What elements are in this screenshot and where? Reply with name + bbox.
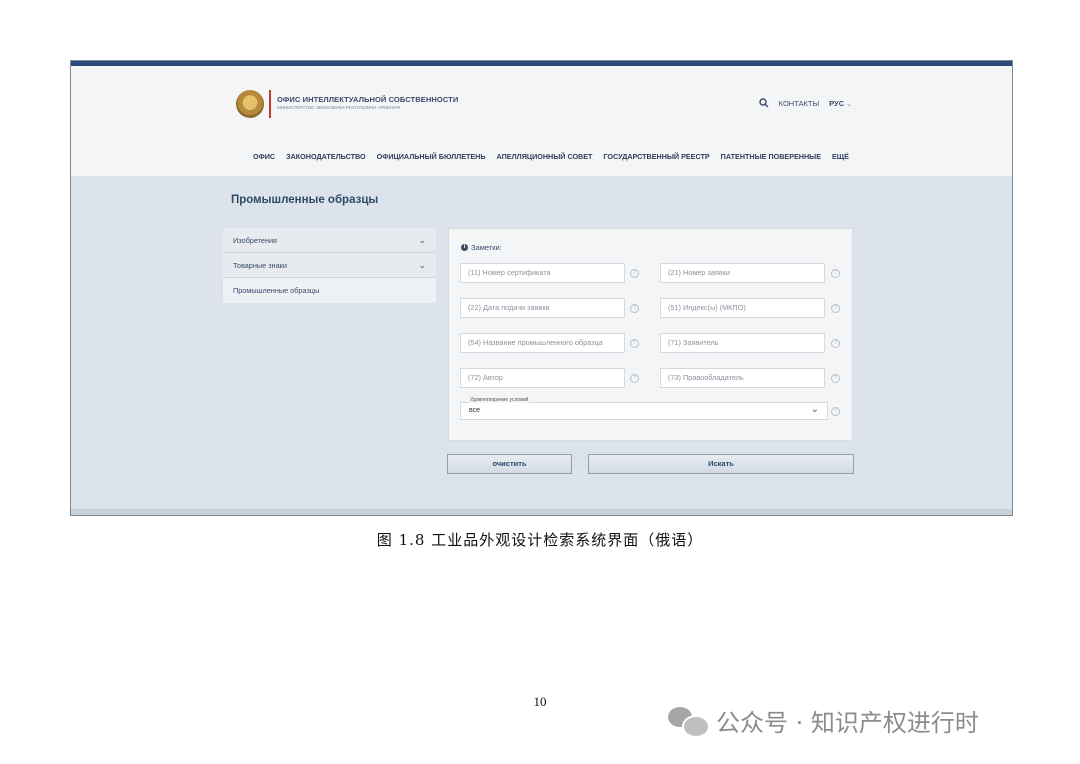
help-icon[interactable]: ? [831,339,840,348]
help-icon[interactable]: ? [831,407,840,416]
figure-caption: 图 1.8 工业品外观设计检索系统界面（俄语） [376,531,704,549]
contacts-link[interactable]: КОНТАКТЫ [779,99,819,108]
clear-button[interactable]: очистить [447,454,572,474]
search-button[interactable]: Искать [588,454,854,474]
select-value: все [469,407,481,414]
owner-field[interactable]: (73) Правообладатель [660,368,825,388]
sidebar-item-label: Промышленные образцы [233,286,320,295]
language-selector[interactable]: РУС ⌄ [829,99,852,108]
info-icon: i [461,244,468,251]
coat-of-arms-icon [236,90,264,118]
help-icon[interactable]: ? [831,304,840,313]
sidebar-item-label: Изобретения [233,235,277,245]
certificate-number-field[interactable]: (11) Номер сертификата [460,263,625,283]
help-icon[interactable]: ? [630,374,639,383]
sidebar-item-trademarks[interactable]: Товарные знаки ⌄ [223,253,436,278]
watermark-text: 公众号 · 知识产权进行时 [716,709,979,737]
footer-strip [71,509,1012,515]
website-screenshot: ОФИС ИНТЕЛЛЕКТУАЛЬНОЙ СОБСТВЕННОСТИ МИНИ… [70,60,1013,516]
nav-item-state-register[interactable]: ГОСУДАРСТВЕННЫЙ РЕЕСТР [603,152,709,161]
main-navigation: ОФИС ЗАКОНОДАТЕЛЬСТВО ОФИЦИАЛЬНЫЙ БЮЛЛЕТ… [253,152,849,161]
sidebar: Изобретения ⌄ Товарные знаки ⌄ Промышлен… [223,228,436,303]
author-field[interactable]: (72) Автор [460,368,625,388]
logo-divider [269,90,271,118]
wechat-icon [668,705,710,738]
search-form: i Заметки: (11) Номер сертификата ? (21)… [448,228,853,441]
chevron-down-icon: ⌄ [418,259,426,270]
filing-date-field[interactable]: (22) Дата подачи заявки [460,298,625,318]
select-legend: Удовлетворение условий [469,397,530,403]
sidebar-item-inventions[interactable]: Изобретения ⌄ [223,228,436,253]
chevron-down-icon: ⌄ [810,404,819,415]
nav-item-appeal-board[interactable]: АПЕЛЛЯЦИОННЫЙ СОВЕТ [497,152,593,161]
office-title[interactable]: ОФИС ИНТЕЛЛЕКТУАЛЬНОЙ СОБСТВЕННОСТИ [277,95,458,104]
chevron-down-icon: ⌄ [846,100,852,108]
design-title-field[interactable]: (54) Название промышленного образца [460,333,625,353]
chevron-down-icon: ⌄ [418,234,426,245]
nav-item-bulletin[interactable]: ОФИЦИАЛЬНЫЙ БЮЛЛЕТЕНЬ [377,152,486,161]
help-icon[interactable]: ? [831,269,840,278]
conditions-select[interactable]: Удовлетворение условий все ⌄ [460,397,828,420]
notes-label: i Заметки: [461,243,502,252]
help-icon[interactable]: ? [831,374,840,383]
notes-text: Заметки: [471,243,502,252]
nav-item-more[interactable]: ЕЩЁ [832,152,849,161]
watermark: 公众号 · 知识产权进行时 [668,703,979,738]
page-title: Промышленные образцы [231,194,379,206]
nav-item-legislation[interactable]: ЗАКОНОДАТЕЛЬСТВО [286,152,366,161]
nav-item-patent-attorneys[interactable]: ПАТЕНТНЫЕ ПОВЕРЕННЫЕ [721,152,821,161]
help-icon[interactable]: ? [630,304,639,313]
sidebar-item-industrial-designs[interactable]: Промышленные образцы [223,278,436,303]
help-icon[interactable]: ? [630,339,639,348]
application-number-field[interactable]: (21) Номер заявки [660,263,825,283]
help-icon[interactable]: ? [630,269,639,278]
locarno-index-field[interactable]: (51) Индекс(ы) (МКПО) [660,298,825,318]
utility-bar: КОНТАКТЫ РУС ⌄ [758,98,852,108]
office-subtitle: МИНИСТЕРСТВО ЭКОНОМИКИ РЕСПУБЛИКИ АРМЕНИ… [277,105,400,110]
nav-item-office[interactable]: ОФИС [253,152,275,161]
language-label: РУС [829,98,845,108]
sidebar-item-label: Товарные знаки [233,260,287,270]
applicant-field[interactable]: (71) Заявитель [660,333,825,353]
search-icon[interactable] [758,98,769,108]
site-header: ОФИС ИНТЕЛЛЕКТУАЛЬНОЙ СОБСТВЕННОСТИ МИНИ… [71,66,1012,176]
